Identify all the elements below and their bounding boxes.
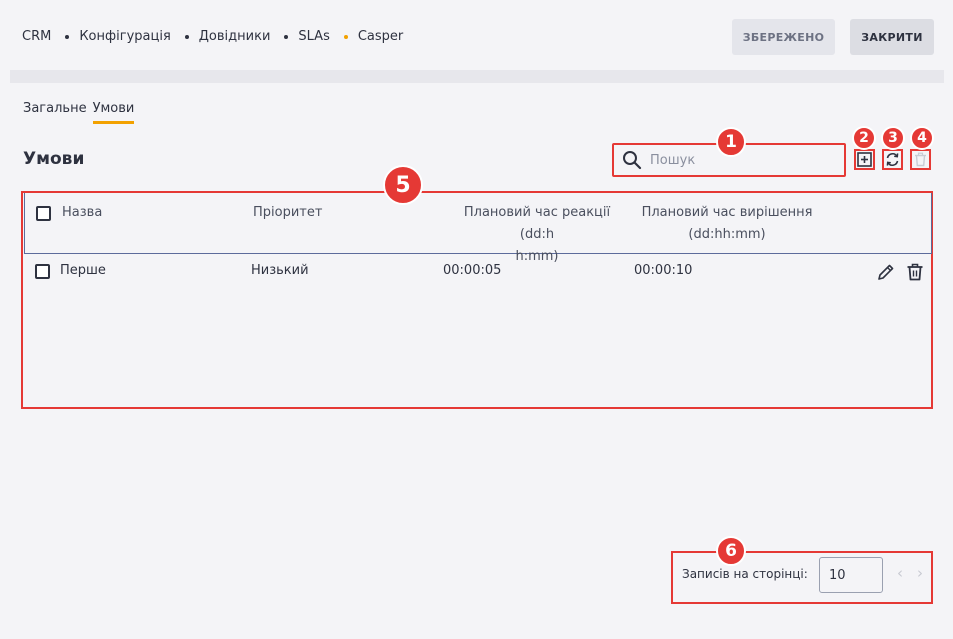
row-name: Перше [60,263,106,278]
column-resolve-time-line2: (dd:hh:mm) [688,227,766,242]
breadcrumb-separator [65,34,70,39]
row-priority: Низький [251,263,309,278]
tab-conditions[interactable]: Умови [92,101,135,124]
breadcrumb-separator-active [343,34,348,39]
conditions-table: Назва Пріоритет Плановий час реакції (dd… [21,191,933,409]
row-reaction-time: 00:00:05 [443,263,502,278]
header-divider [10,70,944,83]
select-all-checkbox[interactable] [36,206,51,221]
annotation-badge-5: 5 [383,165,423,205]
breadcrumb-configuration[interactable]: Конфігурація [79,29,170,44]
column-reaction-time[interactable]: Плановий час реакції (dd:h h:mm) [446,202,628,268]
edit-icon[interactable] [876,262,896,282]
column-priority[interactable]: Пріоритет [253,202,322,224]
pagination: Записів на сторінці: 10 ‹ › [671,551,933,604]
column-resolve-time-line1: Плановий час вирішення [641,205,813,220]
top-header: CRM Конфігурація Довідники SLAs Casper З… [0,0,953,70]
saved-button[interactable]: ЗБЕРЕЖЕНО [732,19,835,55]
breadcrumb-separator [284,34,289,39]
refresh-icon [886,152,899,167]
search-placeholder: Пошук [650,152,696,168]
delete-selected-button[interactable] [910,149,931,170]
next-page-button[interactable]: › [917,564,923,582]
row-resolve-time: 00:00:10 [634,263,693,278]
add-button[interactable] [854,149,875,170]
breadcrumb-slas[interactable]: SLAs [298,29,329,44]
breadcrumb-separator [184,34,189,39]
tabs: Загальне Умови [23,101,140,124]
page-size-label: Записів на сторінці: [682,567,808,581]
refresh-button[interactable] [882,149,903,170]
column-resolve-time[interactable]: Плановий час вирішення (dd:hh:mm) [637,202,817,246]
annotation-badge-4: 4 [910,126,934,150]
column-name[interactable]: Назва [62,202,102,224]
column-reaction-time-line1: Плановий час реакції (dd:h [463,205,611,242]
breadcrumb-directories[interactable]: Довідники [199,29,271,44]
add-icon [857,152,872,167]
annotation-badge-2: 2 [852,126,876,150]
prev-page-button[interactable]: ‹ [897,564,903,582]
breadcrumb-crm[interactable]: CRM [22,29,51,44]
search-icon [623,151,642,170]
section-title: Умови [23,149,85,169]
annotation-badge-3: 3 [881,126,905,150]
tab-general[interactable]: Загальне [23,101,87,124]
breadcrumb: CRM Конфігурація Довідники SLAs Casper [22,29,403,44]
close-button[interactable]: ЗАКРИТИ [850,19,934,55]
annotation-badge-6: 6 [716,536,746,566]
annotation-badge-1: 1 [716,127,746,157]
page-size-input[interactable]: 10 [819,557,883,593]
delete-row-icon[interactable] [905,262,925,282]
trash-icon [915,152,926,167]
table-header: Назва Пріоритет Плановий час реакції (dd… [24,193,932,264]
row-checkbox[interactable] [35,264,50,279]
breadcrumb-current: Casper [357,29,404,44]
